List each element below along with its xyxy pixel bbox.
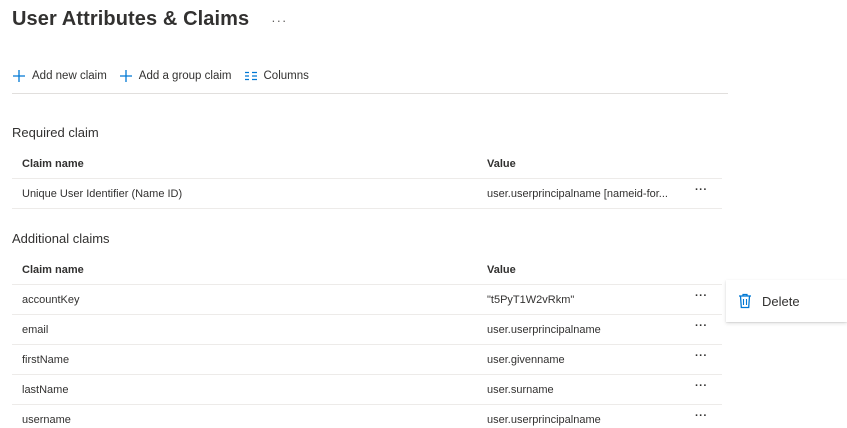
- claims-page: User Attributes & Claims ··· Add new cla…: [0, 0, 847, 428]
- add-group-claim-label: Add a group claim: [138, 70, 232, 82]
- column-header-claim-name[interactable]: Claim name: [22, 158, 84, 170]
- table-row[interactable]: email user.userprincipalname ···: [12, 315, 722, 345]
- columns-icon: [244, 70, 258, 82]
- table-row[interactable]: lastName user.surname ···: [12, 375, 722, 405]
- page-more-options-button[interactable]: ···: [271, 13, 287, 28]
- claim-name-cell: firstName: [22, 354, 70, 366]
- columns-button[interactable]: Columns: [244, 66, 309, 86]
- add-group-claim-button[interactable]: Add a group claim: [119, 66, 232, 86]
- claim-name-cell: accountKey: [22, 294, 80, 306]
- delete-label: Delete: [762, 293, 800, 309]
- add-new-claim-button[interactable]: Add new claim: [12, 66, 107, 86]
- claim-value-cell: user.userprincipalname [nameid-for...: [487, 188, 668, 200]
- required-claims-grid: Claim name Value Unique User Identifier …: [12, 149, 722, 209]
- row-more-button[interactable]: ···: [695, 290, 708, 302]
- table-row[interactable]: username user.userprincipalname ···: [12, 405, 722, 428]
- required-claim-heading: Required claim: [12, 125, 99, 140]
- grid-header: Claim name Value: [12, 149, 722, 179]
- page-title: User Attributes & Claims: [12, 8, 250, 30]
- grid-header: Claim name Value: [12, 255, 722, 285]
- table-row[interactable]: firstName user.givenname ···: [12, 345, 722, 375]
- claim-name-cell: Unique User Identifier (Name ID): [22, 188, 183, 200]
- claim-name-cell: email: [22, 324, 49, 336]
- row-more-button[interactable]: ···: [695, 184, 708, 196]
- table-row[interactable]: Unique User Identifier (Name ID) user.us…: [12, 179, 722, 209]
- add-new-claim-label: Add new claim: [32, 70, 107, 82]
- claim-value-cell: user.userprincipalname: [487, 324, 601, 336]
- claim-value-cell: user.surname: [487, 384, 554, 396]
- claim-name-cell: username: [22, 414, 71, 426]
- claim-value-cell: "t5PyT1W2vRkm": [487, 294, 575, 306]
- plus-icon: [119, 69, 133, 83]
- row-more-button[interactable]: ···: [695, 380, 708, 392]
- plus-icon: [12, 69, 26, 83]
- column-header-value[interactable]: Value: [487, 158, 516, 170]
- additional-claims-heading: Additional claims: [12, 231, 110, 246]
- command-bar: Add new claim Add a group claim Columns: [12, 66, 728, 94]
- row-more-button[interactable]: ···: [695, 350, 708, 362]
- row-more-button[interactable]: ···: [695, 320, 708, 332]
- claim-value-cell: user.givenname: [487, 354, 565, 366]
- claim-name-cell: lastName: [22, 384, 69, 396]
- columns-label: Columns: [263, 70, 309, 82]
- additional-claims-grid: Claim name Value accountKey "t5PyT1W2vRk…: [12, 255, 722, 428]
- column-header-claim-name[interactable]: Claim name: [22, 264, 84, 276]
- delete-menu-item[interactable]: Delete: [726, 293, 800, 309]
- row-more-button[interactable]: ···: [695, 410, 708, 422]
- trash-icon: [738, 293, 752, 309]
- claim-value-cell: user.userprincipalname: [487, 414, 601, 426]
- title-row: User Attributes & Claims ···: [12, 8, 287, 31]
- row-context-menu: Delete: [726, 280, 847, 322]
- table-row[interactable]: accountKey "t5PyT1W2vRkm" ···: [12, 285, 722, 315]
- column-header-value[interactable]: Value: [487, 264, 516, 276]
